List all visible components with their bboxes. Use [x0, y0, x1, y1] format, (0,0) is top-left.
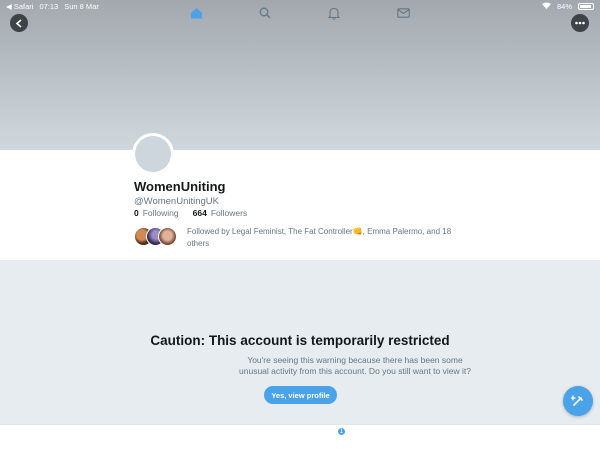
- view-profile-button[interactable]: Yes, view profile: [264, 386, 337, 404]
- status-date: Sun 8 Mar: [64, 1, 99, 11]
- tab-bar: [0, 424, 600, 450]
- battery-icon: [578, 2, 594, 10]
- wifi-icon: [541, 2, 551, 11]
- followers-count[interactable]: 664: [193, 208, 207, 218]
- notification-badge: 1: [337, 427, 346, 436]
- feather-plus-icon: [571, 395, 583, 406]
- status-bar: ◀ Safari 07:13 Sun 8 Mar 84%: [0, 0, 600, 12]
- followed-by-text[interactable]: Followed by Legal Feminist, The Fat Cont…: [187, 226, 472, 250]
- follow-stats: 0 Following 664 Followers: [134, 208, 247, 218]
- handle: @WomenUnitingUK: [134, 196, 219, 207]
- following-count[interactable]: 0: [134, 208, 139, 218]
- avatar[interactable]: [132, 133, 174, 175]
- display-name: WomenUniting: [134, 179, 226, 194]
- followers-you-know-avatars[interactable]: [134, 227, 180, 247]
- compose-tweet-button[interactable]: [563, 386, 593, 416]
- status-app: ◀ Safari: [6, 1, 34, 11]
- restriction-message: You're seeing this warning because there…: [239, 355, 471, 376]
- more-options-button[interactable]: [571, 14, 589, 32]
- battery-percent: 84%: [556, 1, 572, 11]
- ellipsis-icon: [575, 21, 585, 25]
- following-label[interactable]: Following: [143, 208, 179, 218]
- back-button[interactable]: [10, 14, 28, 32]
- profile-banner: [0, 0, 600, 150]
- status-time: 07:13: [39, 1, 59, 11]
- followers-label[interactable]: Followers: [211, 208, 247, 218]
- restriction-title: Caution: This account is temporarily res…: [150, 333, 450, 348]
- follower-avatar: [158, 227, 177, 246]
- chevron-left-icon: [15, 18, 22, 28]
